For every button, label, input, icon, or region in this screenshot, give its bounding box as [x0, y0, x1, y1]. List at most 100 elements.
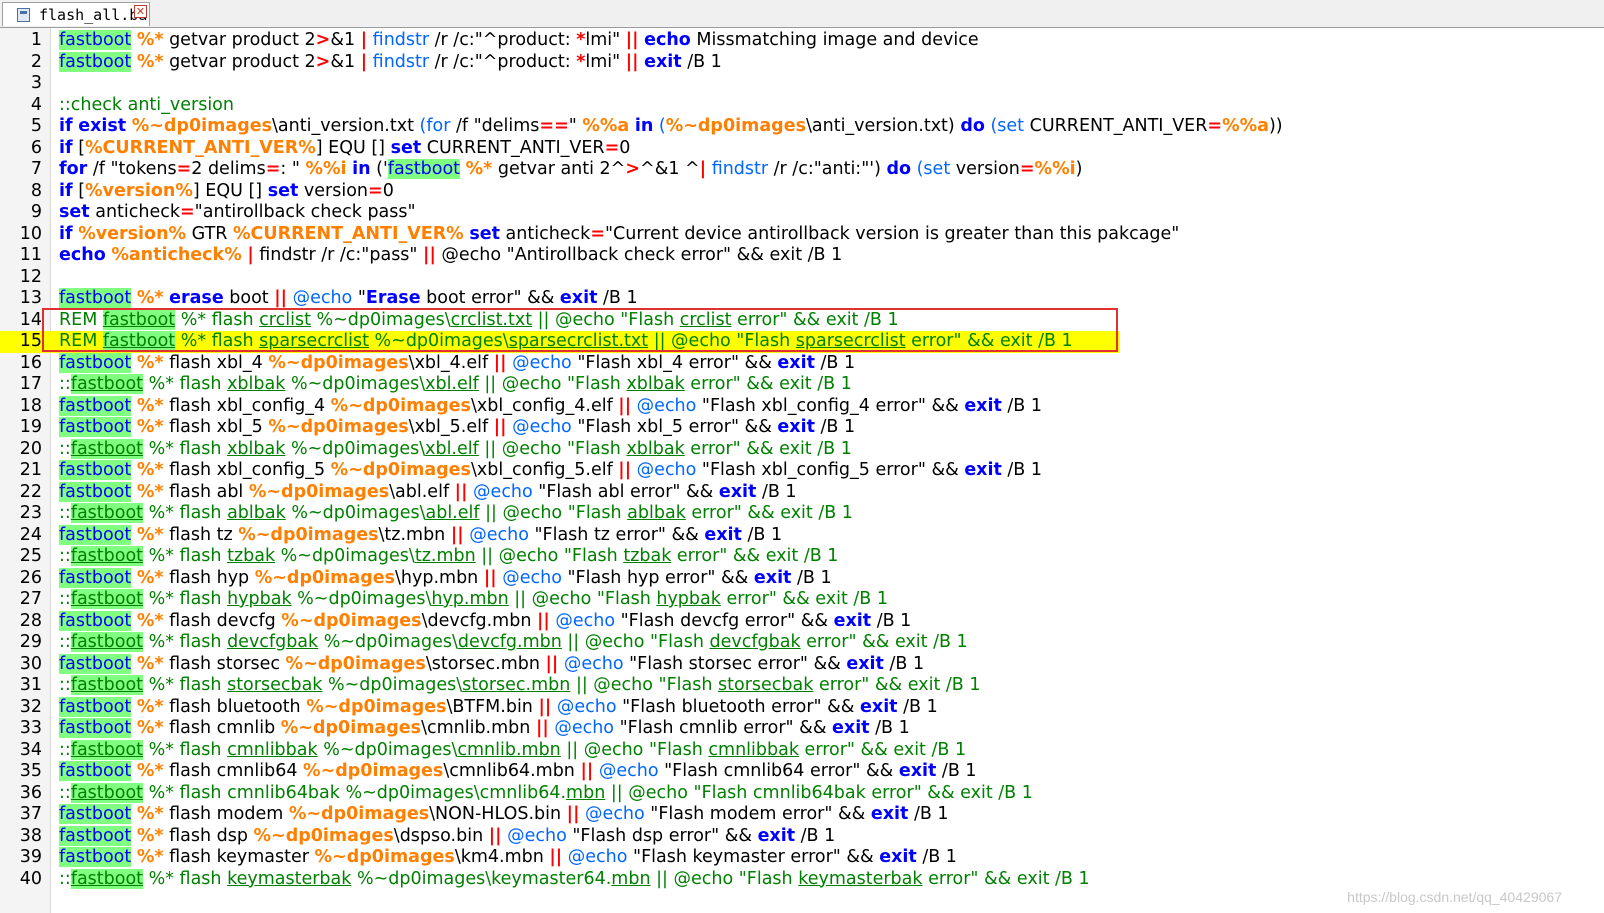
code-line[interactable]: 12: [0, 267, 1604, 289]
code-text: set anticheck="antirollback check pass": [59, 202, 416, 224]
code-line[interactable]: 7 for /f "tokens=2 delims=: " %%i in ('fa…: [0, 159, 1604, 181]
code-token: cmnlibbak: [227, 739, 318, 760]
code-line[interactable]: 32 fastboot %* flash bluetooth %~dp0image…: [0, 696, 1604, 719]
code-line[interactable]: 38 fastboot %* flash dsp %~dp0images\dsps…: [0, 825, 1604, 848]
code-line[interactable]: 13 fastboot %* erase boot || @echo "Erase…: [0, 288, 1604, 310]
line-number: 32: [19, 696, 42, 717]
code-line[interactable]: 11 echo %anticheck% | findstr /r /c:"pass…: [0, 245, 1604, 267]
code-token: storsec.mbn: [462, 675, 571, 695]
code-token: *: [576, 51, 586, 72]
code-token: fastboot: [70, 546, 144, 566]
code-line[interactable]: 10 if %version% GTR %CURRENT_ANTI_VER% se…: [0, 224, 1604, 246]
code-text: fastboot %* flash abl %~dp0images\abl.el…: [59, 481, 797, 504]
code-text: fastboot %* flash tz %~dp0images\tz.mbn …: [59, 524, 782, 547]
code-line[interactable]: 18 fastboot %* flash xbl_config_4 %~dp0im…: [0, 395, 1604, 418]
code-line[interactable]: 9 set anticheck="antirollback check pass": [0, 202, 1604, 224]
code-line[interactable]: 4::check anti_version: [0, 95, 1604, 117]
code-token: boot: [223, 288, 275, 308]
code-line[interactable]: 8 if [%version%] EQU [] set version=0: [0, 181, 1604, 203]
line-number: 37: [19, 804, 42, 824]
code-token: fastboot: [70, 675, 144, 695]
code-token: \storsec.mbn: [425, 653, 546, 674]
code-line[interactable]: 24 fastboot %* flash tz %~dp0images\tz.mb…: [0, 524, 1604, 547]
code-token: &1: [330, 51, 361, 72]
code-line[interactable]: 20::fastboot %* flash xblbak %~dp0images…: [0, 438, 1604, 461]
code-line[interactable]: 28 fastboot %* flash devcfg %~dp0images\d…: [0, 610, 1604, 633]
code-text: fastboot %* flash xbl_config_4 %~dp0imag…: [59, 395, 1042, 418]
code-line[interactable]: 15 REM fastboot %* flash sparsecrclist %~…: [0, 331, 1120, 353]
code-token: /B 1: [814, 352, 856, 373]
code-token: %~dp0images\: [317, 739, 458, 760]
code-token: =: [1019, 159, 1035, 179]
tab-flash-all[interactable]: flash_all.ba ✕: [2, 2, 150, 26]
code-token: %*: [465, 159, 493, 179]
code-line[interactable]: 31::fastboot %* flash storsecbak %~dp0im…: [0, 675, 1604, 697]
code-token: "Flash xbl_config_5 error" &&: [696, 460, 965, 480]
code-token: fastboot: [59, 761, 132, 781]
line-number: 10: [19, 223, 42, 244]
code-line[interactable]: 33 fastboot %* flash cmnlib %~dp0images\c…: [0, 718, 1604, 740]
code-line[interactable]: 19 fastboot %* flash xbl_5 %~dp0images\xb…: [0, 417, 1604, 439]
code-line[interactable]: 6 if [%CURRENT_ANTI_VER%] EQU [] set CURR…: [0, 138, 1604, 160]
code-line[interactable]: 39 fastboot %* flash keymaster %~dp0image…: [0, 847, 1604, 869]
code-token: ||: [488, 825, 502, 846]
code-token: ::: [59, 868, 71, 889]
code-token: error" && exit /B 1: [731, 309, 899, 330]
code-line[interactable]: 40::fastboot %* flash keymasterbak %~dp0…: [0, 868, 1604, 891]
code-token: exit: [846, 653, 884, 674]
code-line[interactable]: 21 fastboot %* flash xbl_config_5 %~dp0im…: [0, 460, 1604, 482]
code-token: \anti_version.txt: [272, 116, 420, 136]
code-line[interactable]: 23::fastboot %* flash ablbak %~dp0images…: [0, 503, 1604, 525]
code-token: devcfgbak: [227, 632, 319, 652]
code-token: tzbak: [227, 546, 276, 566]
code-editor[interactable]: 1 fastboot %* getvar product 2>&1 | finds…: [0, 28, 1604, 913]
code-token: @echo: [502, 567, 562, 588]
code-token: fastboot: [59, 610, 132, 631]
code-token: error" && exit /B 1: [813, 675, 981, 695]
code-token: "Flash modem error" &&: [644, 804, 871, 824]
code-token: fastboot: [70, 632, 144, 652]
code-token: REM: [59, 331, 103, 351]
code-line[interactable]: 35 fastboot %* flash cmnlib64 %~dp0images…: [0, 761, 1604, 783]
code-token: flash keymaster: [163, 847, 315, 867]
code-token: error" && exit /B 1: [671, 546, 839, 566]
code-line[interactable]: 16 fastboot %* flash xbl_4 %~dp0images\xb…: [0, 352, 1604, 375]
code-token: \cmnlib64.mbn: [443, 761, 581, 781]
code-token: /B 1: [908, 804, 949, 824]
code-line[interactable]: 29::fastboot %* flash devcfgbak %~dp0ima…: [0, 632, 1604, 654]
code-token: flash storsec: [163, 653, 286, 674]
close-icon[interactable]: ✕: [134, 5, 147, 18]
code-token: xbl.elf: [425, 438, 479, 459]
code-line[interactable]: 22 fastboot %* flash abl %~dp0images\abl.…: [0, 481, 1604, 504]
code-token: ||: [483, 567, 497, 588]
code-token: \cmnlib.mbn: [421, 718, 536, 738]
line-number: 19: [19, 417, 42, 437]
code-token: %* flash cmnlib64bak %~dp0images\cmnlib6…: [143, 782, 567, 803]
line-number: 23: [19, 503, 42, 523]
code-token: [: [72, 137, 86, 158]
code-line[interactable]: 14 REM fastboot %* flash crclist %~dp0ima…: [0, 309, 1604, 332]
code-line[interactable]: 36::fastboot %* flash cmnlib64bak %~dp0i…: [0, 782, 1604, 805]
code-line[interactable]: 34::fastboot %* flash cmnlibbak %~dp0ima…: [0, 739, 1604, 762]
code-line[interactable]: 5 if exist %~dp0images\anti_version.txt (…: [0, 116, 1604, 138]
code-line[interactable]: 27::fastboot %* flash hypbak %~dp0images…: [0, 589, 1604, 611]
code-token: devcfgbak: [709, 632, 801, 652]
code-token: %CURRENT_ANTI_VER%: [85, 137, 316, 158]
code-token: flash xbl_config_5: [163, 460, 331, 480]
code-token: /B 1: [597, 288, 638, 308]
code-line[interactable]: 25::fastboot %* flash tzbak %~dp0images\…: [0, 546, 1604, 568]
code-token: "Flash hyp error" &&: [561, 567, 754, 588]
code-line[interactable]: 3: [0, 73, 1604, 95]
code-line[interactable]: 30 fastboot %* flash storsec %~dp0images\…: [0, 653, 1604, 676]
code-token: || @echo "Flash: [532, 309, 680, 330]
code-line[interactable]: 17::fastboot %* flash xblbak %~dp0images…: [0, 374, 1604, 396]
code-token: "Flash storsec error" &&: [623, 653, 847, 674]
code-token: %anticheck%: [111, 245, 242, 265]
code-line[interactable]: 1 fastboot %* getvar product 2>&1 | finds…: [0, 30, 1604, 52]
code-line[interactable]: 37 fastboot %* flash modem %~dp0images\NO…: [0, 804, 1604, 826]
code-line[interactable]: 2 fastboot %* getvar product 2>&1 | finds…: [0, 51, 1604, 74]
line-number: 1: [30, 30, 42, 50]
code-line[interactable]: 26 fastboot %* flash hyp %~dp0images\hyp.…: [0, 567, 1604, 590]
code-token: %*: [136, 460, 164, 480]
code-text: fastboot %* flash xbl_4 %~dp0images\xbl_…: [59, 352, 856, 375]
